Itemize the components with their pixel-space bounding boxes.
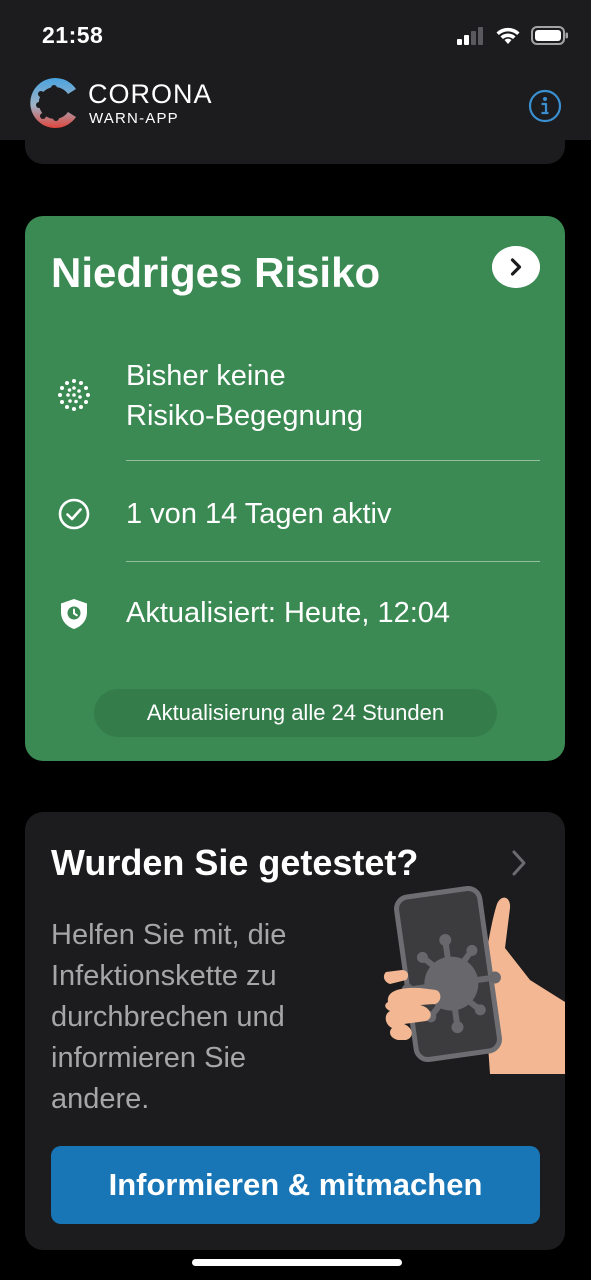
description-line: andere. — [51, 1083, 150, 1115]
hand-holding-phone-illustration — [383, 886, 565, 1074]
check-circle-icon — [58, 498, 90, 530]
test-card-title: Wurden Sie getestet? — [51, 842, 419, 883]
app-header: CORONA WARN-APP — [0, 72, 591, 140]
chevron-right-icon[interactable] — [492, 246, 540, 288]
chevron-right-icon[interactable] — [509, 848, 529, 878]
description-line: Infektionskette zu — [51, 960, 277, 992]
divider — [126, 460, 540, 461]
test-card-description: Helfen Sie mit, die Infektionskette zu d… — [51, 915, 351, 1120]
cellular-signal-icon — [457, 26, 483, 45]
learn-and-participate-button[interactable]: Informieren & mitmachen — [51, 1146, 540, 1224]
corona-warn-app-logo — [30, 78, 76, 128]
update-interval-badge: Aktualisierung alle 24 Stunden — [94, 689, 497, 737]
status-icons — [457, 26, 569, 45]
exposure-dots-icon — [58, 379, 90, 411]
divider — [126, 561, 540, 562]
risk-row-active-days: 1 von 14 Tagen aktiv — [126, 498, 392, 530]
wifi-icon — [496, 27, 520, 44]
description-line: informieren Sie — [51, 1042, 247, 1074]
risk-status-card[interactable]: Niedriges Risiko Bisher keine Risiko-Beg… — [25, 216, 565, 761]
risk-row-exposure-line2: Risiko-Begegnung — [126, 400, 363, 432]
description-line: durchbrechen und — [51, 1001, 285, 1033]
home-indicator[interactable] — [192, 1259, 402, 1266]
risk-title: Niedriges Risiko — [51, 249, 381, 296]
risk-row-updated: Aktualisiert: Heute, 12:04 — [126, 597, 451, 629]
test-result-card[interactable]: Wurden Sie getestet? Helfen Sie mit, die… — [25, 812, 565, 1250]
info-icon[interactable] — [528, 89, 562, 123]
brand-subtitle: WARN-APP — [89, 110, 179, 127]
risk-row-exposure-line1: Bisher keine — [126, 360, 286, 392]
status-time: 21:58 — [42, 22, 104, 48]
description-line: Helfen Sie mit, die — [51, 919, 287, 951]
shield-clock-icon — [61, 599, 87, 629]
previous-card-edge — [25, 140, 565, 164]
status-bar: 21:58 — [0, 0, 591, 72]
brand-title: CORONA — [88, 79, 213, 109]
battery-icon — [531, 26, 568, 45]
